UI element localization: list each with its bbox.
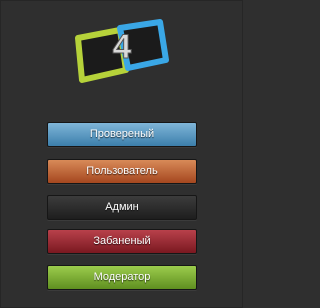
logo-digit: 4 bbox=[113, 28, 132, 66]
role-user-button[interactable]: Пользователь bbox=[47, 159, 197, 184]
role-banned-button[interactable]: Забаненый bbox=[47, 229, 197, 254]
role-moderator-button[interactable]: Модератор bbox=[47, 265, 197, 290]
role-verified-button[interactable]: Провереный bbox=[47, 122, 197, 147]
site-logo: 4 bbox=[75, 19, 169, 83]
role-admin-button[interactable]: Админ bbox=[47, 195, 197, 220]
role-legend-panel: 4 Провереный Пользователь Админ Забанены… bbox=[0, 0, 243, 308]
